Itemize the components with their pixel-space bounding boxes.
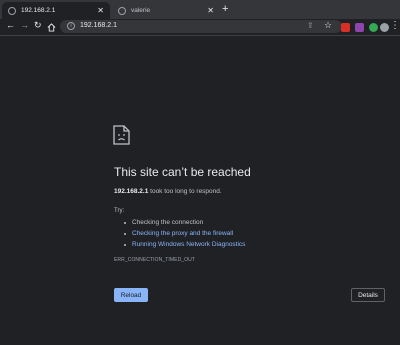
tab-active[interactable]: 192.168.2.1 ✕ xyxy=(2,2,110,19)
url-text[interactable]: 192.168.2.1 xyxy=(80,22,117,29)
suggestion-network-diagnostics-link[interactable]: Running Windows Network Diagnostics xyxy=(124,239,245,250)
close-tab-icon[interactable]: ✕ xyxy=(207,6,214,15)
details-button[interactable]: Details xyxy=(351,288,385,302)
close-tab-icon[interactable]: ✕ xyxy=(97,6,104,15)
globe-icon xyxy=(118,6,126,15)
suggestion-check-proxy-link[interactable]: Checking the proxy and the firewall xyxy=(124,228,245,239)
error-code: ERR_CONNECTION_TIMED_OUT xyxy=(114,257,196,263)
try-label: Try: xyxy=(114,208,125,214)
info-icon[interactable]: i xyxy=(67,22,75,30)
share-icon[interactable]: ⇪ xyxy=(307,21,314,30)
red-extension-icon[interactable] xyxy=(341,23,350,32)
forward-icon[interactable]: → xyxy=(20,20,29,30)
tab-inactive[interactable]: valerie ✕ xyxy=(112,2,220,19)
back-icon[interactable]: ← xyxy=(6,20,15,30)
browser-toolbar: ← → ↻ i 192.168.2.1 ⇪ ☆ ⋮ xyxy=(0,19,400,36)
address-bar[interactable]: i 192.168.2.1 ⇪ ☆ xyxy=(60,20,342,33)
tab-title: 192.168.2.1 xyxy=(21,7,56,14)
green-extension-icon[interactable] xyxy=(369,23,378,32)
tab-strip: 192.168.2.1 ✕ valerie ✕ + xyxy=(0,0,400,19)
suggestions-list: Checking the connection Checking the pro… xyxy=(124,217,245,250)
tab-title: valerie xyxy=(131,7,151,14)
profile-icon[interactable] xyxy=(380,23,389,32)
suggestion-check-connection: Checking the connection xyxy=(124,217,245,228)
error-title: This site can’t be reached xyxy=(114,165,251,179)
new-tab-button[interactable]: + xyxy=(222,3,228,15)
reload-button[interactable]: Reload xyxy=(114,288,148,302)
reload-icon[interactable]: ↻ xyxy=(34,20,42,31)
globe-icon xyxy=(8,6,16,15)
purple-extension-icon[interactable] xyxy=(355,23,364,32)
menu-icon[interactable]: ⋮ xyxy=(390,20,400,31)
bookmark-star-icon[interactable]: ☆ xyxy=(324,20,332,31)
sad-page-icon xyxy=(113,125,130,145)
home-icon[interactable] xyxy=(47,23,56,32)
error-summary: 192.168.2.1 took too long to respond. xyxy=(114,188,222,195)
error-host: 192.168.2.1 xyxy=(114,188,149,195)
error-summary-text: took too long to respond. xyxy=(148,188,222,195)
